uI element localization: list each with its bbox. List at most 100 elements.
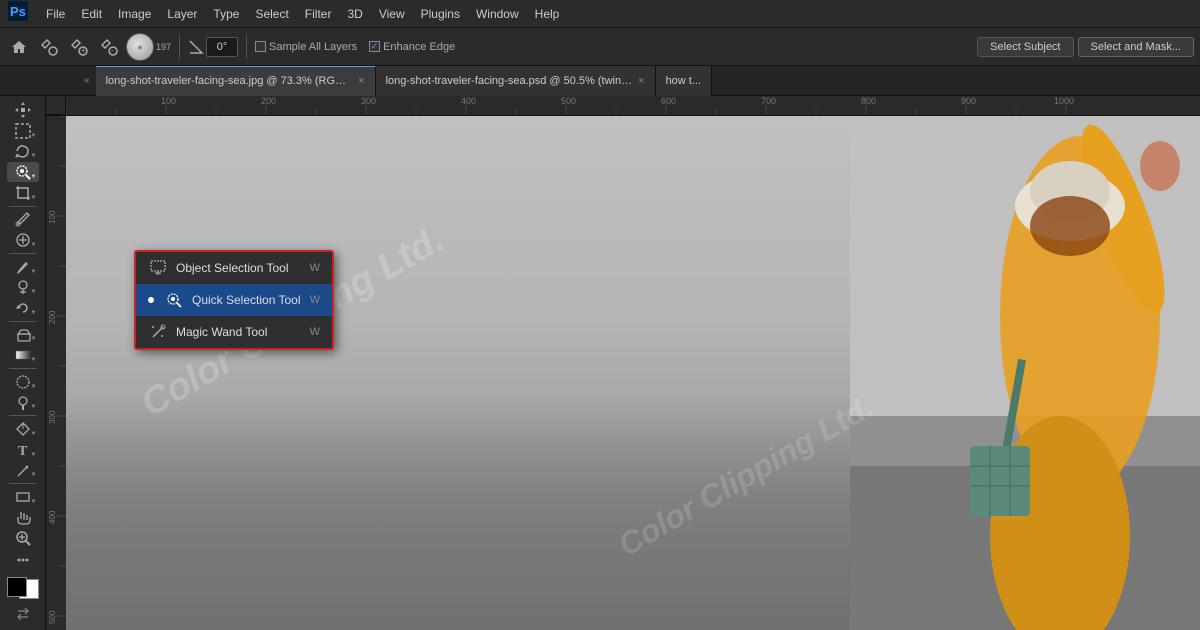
- subtract-selection-icon[interactable]: -: [96, 36, 122, 58]
- tool-separator-1: [9, 206, 37, 207]
- svg-text:1000: 1000: [1054, 96, 1074, 106]
- svg-text:300: 300: [361, 96, 376, 106]
- main-area: ▼ ▼ ▼ ▼: [0, 96, 1200, 630]
- svg-text:400: 400: [461, 96, 476, 106]
- tool-gradient[interactable]: ▼: [7, 345, 39, 365]
- svg-text:200: 200: [261, 96, 276, 106]
- tab-2[interactable]: how t...: [656, 66, 712, 96]
- menu-image[interactable]: Image: [110, 0, 159, 28]
- color-swatches[interactable]: [5, 577, 41, 599]
- magic-wand-icon: [148, 322, 168, 342]
- tab-1-label: long-shot-traveler-facing-sea.psd @ 50.5…: [386, 75, 633, 87]
- app-logo: Ps: [8, 1, 28, 26]
- menu-3d[interactable]: 3D: [339, 0, 370, 28]
- sample-all-layers-checkbox[interactable]: [255, 41, 266, 52]
- tool-shapes[interactable]: ▼: [7, 487, 39, 507]
- enhance-edge-label[interactable]: Enhance Edge: [369, 41, 455, 53]
- separator-1: [179, 35, 180, 59]
- select-and-mask-button[interactable]: Select and Mask...: [1078, 37, 1195, 57]
- tool-more[interactable]: [7, 550, 39, 570]
- foreground-color-swatch[interactable]: [7, 577, 27, 597]
- tool-history-brush[interactable]: ▼: [7, 298, 39, 318]
- separator-2: [246, 35, 247, 59]
- quick-selection-icon: [164, 290, 184, 310]
- options-bar: + - ● 197 0° Sample All Layers Enhance E…: [0, 28, 1200, 66]
- tab-collapse-button[interactable]: «: [80, 75, 94, 86]
- sample-all-layers-label[interactable]: Sample All Layers: [255, 41, 357, 53]
- tab-0-label: long-shot-traveler-facing-sea.jpg @ 73.3…: [106, 75, 353, 87]
- tab-0[interactable]: long-shot-traveler-facing-sea.jpg @ 73.3…: [96, 66, 376, 96]
- flyout-quick-selection[interactable]: Quick Selection Tool W: [136, 284, 332, 316]
- tab-1-close[interactable]: ×: [638, 75, 644, 87]
- menu-plugins[interactable]: Plugins: [413, 0, 468, 28]
- new-selection-icon[interactable]: [36, 36, 62, 58]
- ruler-corner: [46, 96, 66, 115]
- tool-dodge[interactable]: ▼: [7, 393, 39, 413]
- tool-crop[interactable]: ▼: [7, 183, 39, 203]
- home-icon[interactable]: [6, 36, 32, 58]
- canvas-image-area[interactable]: Color Clipping Ltd. Color Clipping Ltd.: [66, 116, 1200, 630]
- angle-container: 0°: [188, 37, 238, 57]
- tool-healing[interactable]: ▼: [7, 230, 39, 250]
- tool-pen[interactable]: ▼: [7, 419, 39, 439]
- ruler-left: 100 200 300 400 500: [46, 116, 66, 630]
- select-subject-button[interactable]: Select Subject: [977, 37, 1073, 57]
- tool-clone[interactable]: ▼: [7, 278, 39, 298]
- brush-size-value: 197: [156, 42, 171, 52]
- menu-file[interactable]: File: [38, 0, 73, 28]
- tool-hand[interactable]: [7, 508, 39, 528]
- tool-lasso[interactable]: ▼: [7, 142, 39, 162]
- tool-separator-3: [9, 321, 37, 322]
- tool-eraser[interactable]: ▼: [7, 325, 39, 345]
- svg-text:100: 100: [48, 210, 57, 224]
- tab-bar: « long-shot-traveler-facing-sea.jpg @ 73…: [0, 66, 1200, 96]
- active-indicator: [148, 297, 154, 303]
- menu-help[interactable]: Help: [527, 0, 568, 28]
- menu-view[interactable]: View: [371, 0, 413, 28]
- tool-type[interactable]: T ▼: [7, 440, 39, 460]
- menu-type[interactable]: Type: [205, 0, 247, 28]
- person-figure: [850, 116, 1200, 630]
- flyout-object-selection-shortcut: W: [310, 262, 320, 274]
- svg-text:600: 600: [661, 96, 676, 106]
- menu-select[interactable]: Select: [247, 0, 296, 28]
- flyout-quick-selection-shortcut: W: [310, 294, 320, 306]
- flyout-object-selection[interactable]: Object Selection Tool W: [136, 252, 332, 284]
- menu-window[interactable]: Window: [468, 0, 527, 28]
- tool-separator-5: [9, 415, 37, 416]
- svg-text:+: +: [81, 46, 86, 55]
- add-selection-icon[interactable]: +: [66, 36, 92, 58]
- ruler-top: 100 200 300 400 500 600 700 800 900 1000: [46, 96, 1200, 116]
- flyout-magic-wand-shortcut: W: [310, 326, 320, 338]
- menu-filter[interactable]: Filter: [297, 0, 340, 28]
- enhance-edge-text: Enhance Edge: [383, 41, 455, 53]
- tool-move[interactable]: [7, 100, 39, 120]
- menu-layer[interactable]: Layer: [159, 0, 205, 28]
- tab-1[interactable]: long-shot-traveler-facing-sea.psd @ 50.5…: [376, 66, 656, 96]
- enhance-edge-checkbox[interactable]: [369, 41, 380, 52]
- svg-text:500: 500: [48, 610, 57, 624]
- swap-colors-button[interactable]: [7, 604, 39, 624]
- svg-text:200: 200: [48, 310, 57, 324]
- flyout-quick-selection-label: Quick Selection Tool: [192, 293, 301, 307]
- brush-preview[interactable]: ●: [126, 33, 154, 61]
- tab-0-close[interactable]: ×: [358, 75, 364, 87]
- tool-eyedropper[interactable]: [7, 210, 39, 230]
- canvas-area[interactable]: 100 200 300 400 500 600 700 800 900 1000: [46, 96, 1200, 630]
- tool-quick-select[interactable]: ▼: [7, 162, 39, 182]
- tool-separator-4: [9, 368, 37, 369]
- tool-blur[interactable]: ▼: [7, 372, 39, 392]
- canvas-content: 100 200 300 400 500: [46, 116, 1200, 630]
- tool-zoom[interactable]: [7, 529, 39, 549]
- tool-marquee[interactable]: ▼: [7, 121, 39, 141]
- tool-path-select[interactable]: ▼: [7, 461, 39, 481]
- person-svg: [850, 116, 1200, 630]
- menu-edit[interactable]: Edit: [73, 0, 110, 28]
- svg-text:T: T: [18, 444, 28, 459]
- tool-separator-6: [9, 483, 37, 484]
- flyout-magic-wand[interactable]: Magic Wand Tool W: [136, 316, 332, 348]
- angle-input[interactable]: 0°: [206, 37, 238, 57]
- ruler-top-svg: 100 200 300 400 500 600 700 800 900 1000: [66, 96, 1200, 115]
- flyout-magic-wand-label: Magic Wand Tool: [176, 325, 267, 339]
- tool-brush[interactable]: ▼: [7, 257, 39, 277]
